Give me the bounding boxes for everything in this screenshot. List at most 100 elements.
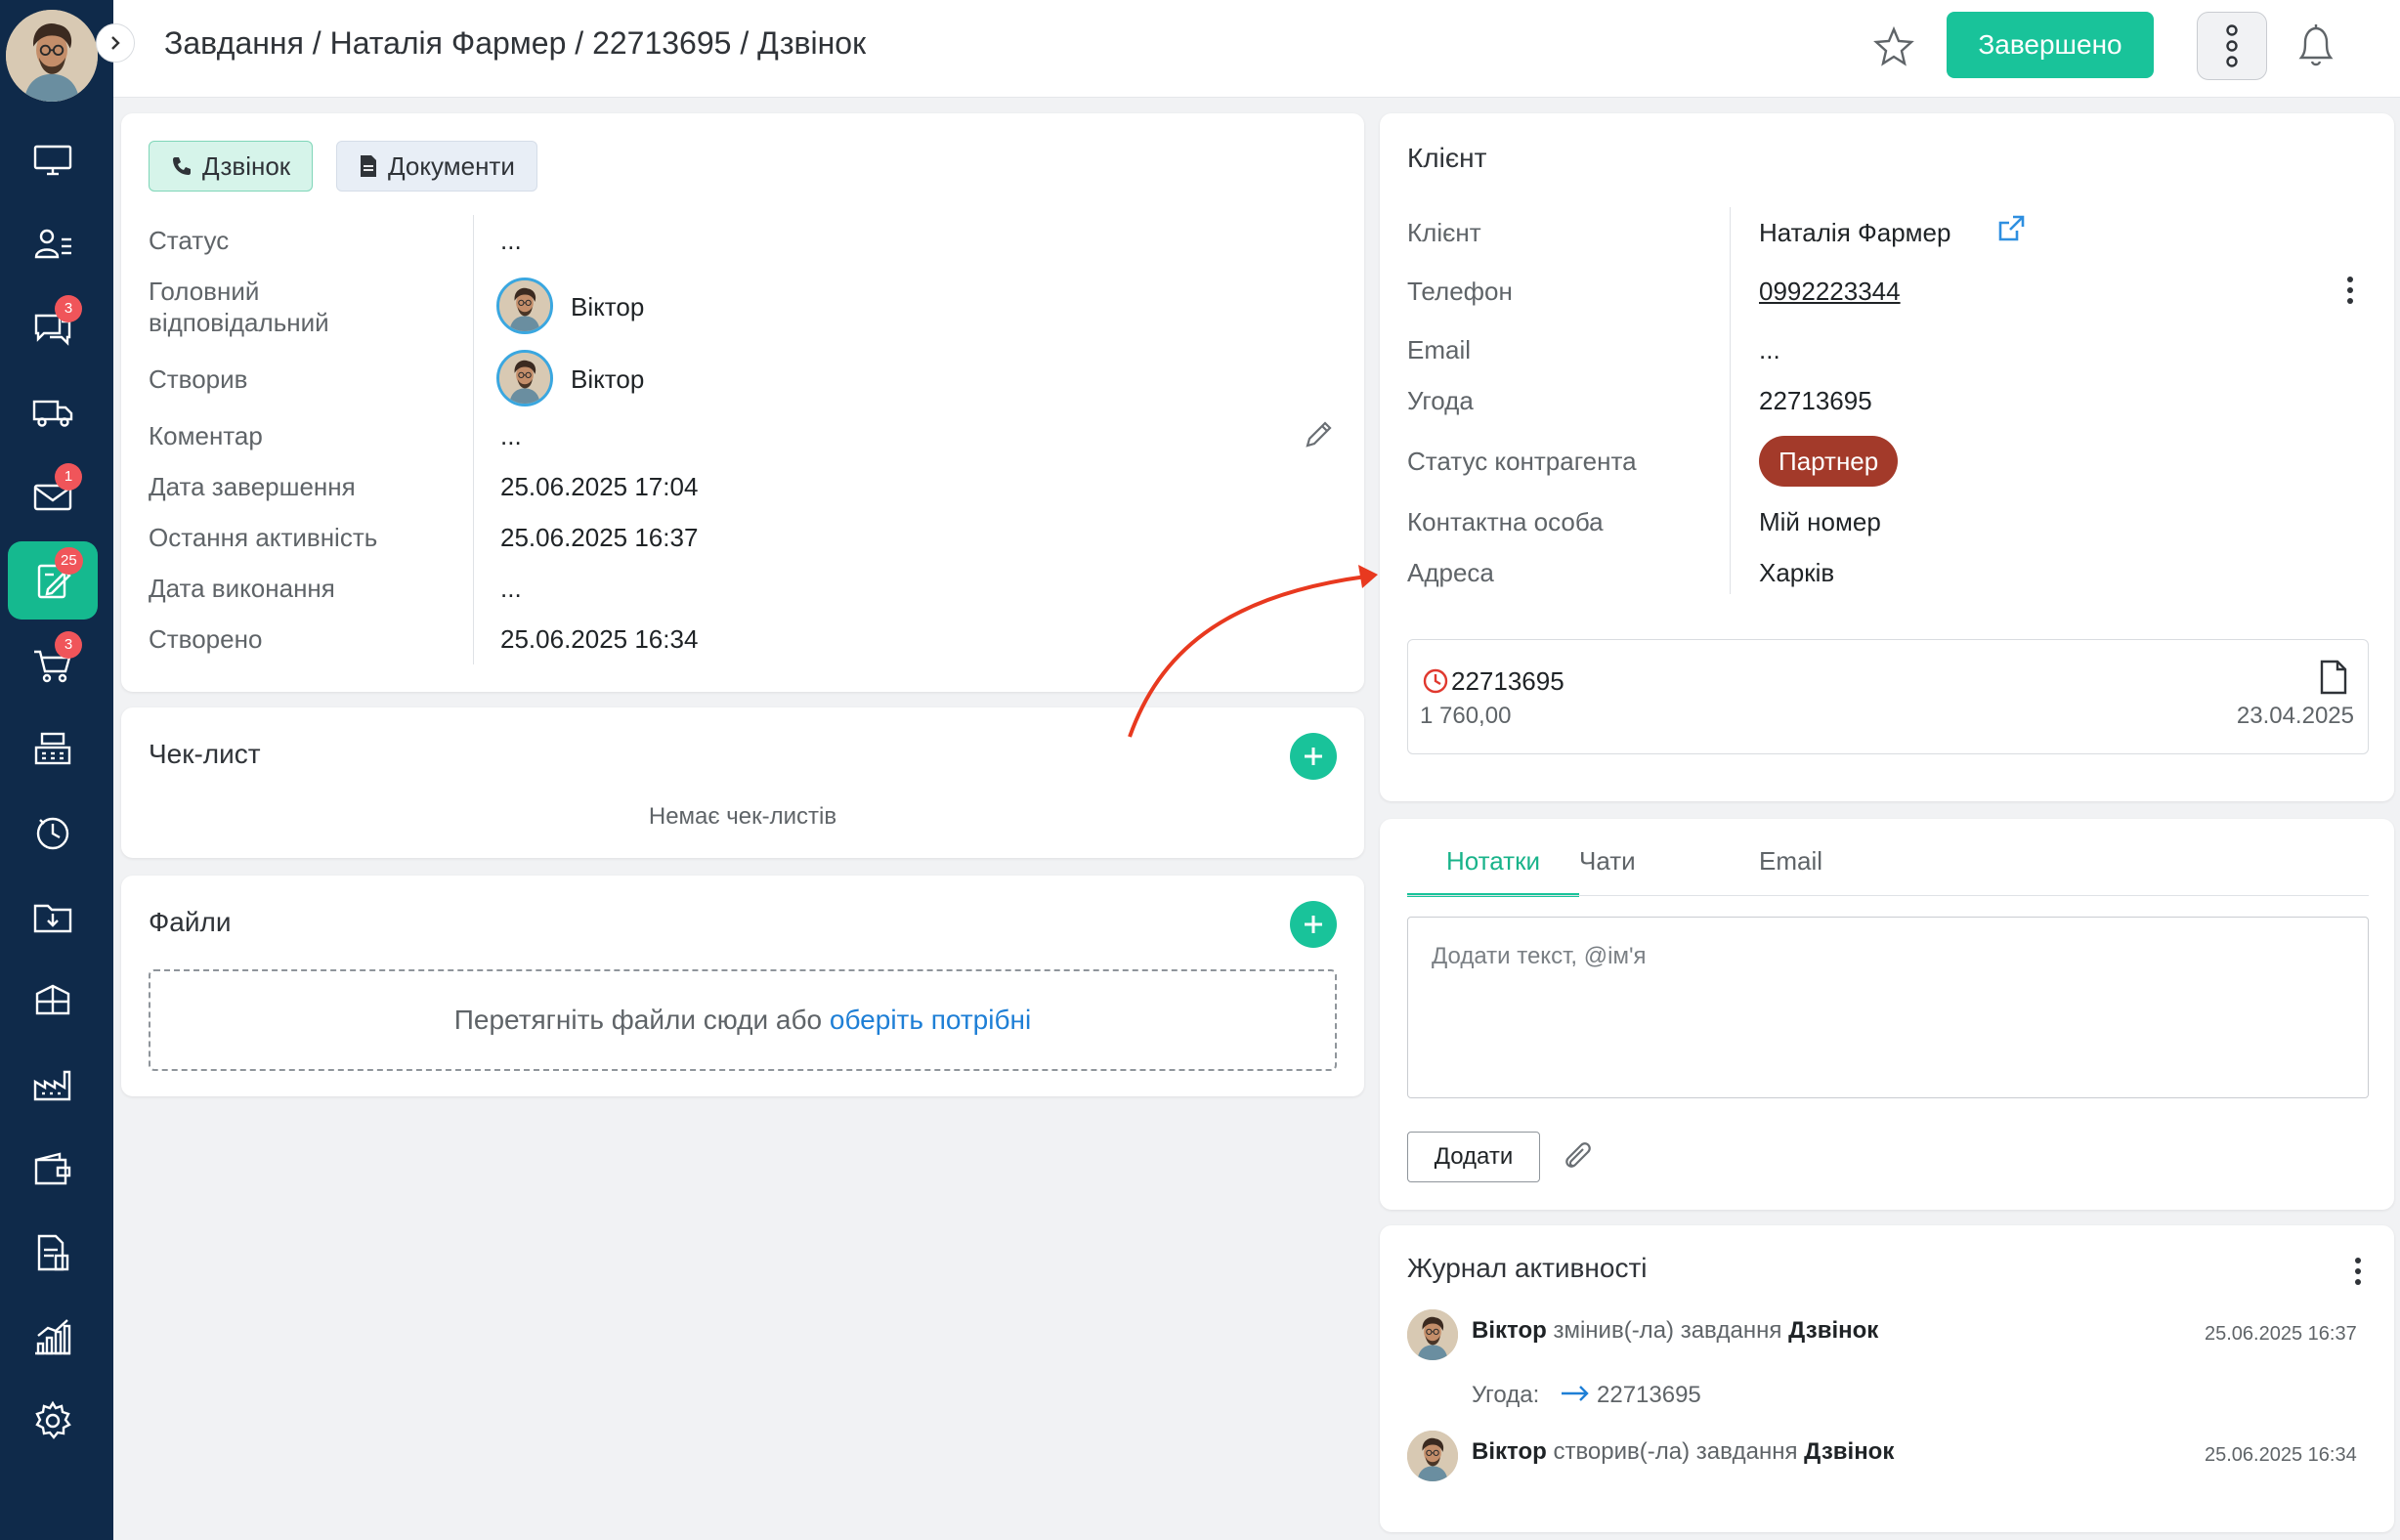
chat-badge: 3 (55, 295, 82, 322)
annotation-arrow (1128, 565, 1378, 738)
factory-icon (33, 1070, 71, 1101)
sidebar-item-tasks[interactable]: 25 (8, 541, 98, 620)
attach-button[interactable] (1560, 1139, 1595, 1179)
deal-card[interactable]: 22713695 1 760,00 23.04.2025 (1407, 639, 2369, 754)
checklist-title: Чек-лист (149, 739, 261, 769)
file-dropzone[interactable]: Перетягніть файли сюди або оберіть потрі… (149, 969, 1337, 1071)
phone-options-button[interactable] (2345, 276, 2355, 310)
deal-label: Угода (1407, 386, 1474, 415)
more-vertical-icon (2355, 1258, 2361, 1285)
plus-icon (1305, 748, 1322, 765)
arrow-right-icon (1562, 1386, 1589, 1401)
contact-person-label: Контактна особа (1407, 507, 1604, 536)
activity-user[interactable]: Віктор (1472, 1317, 1547, 1344)
address-value: Харків (1759, 558, 1835, 587)
activity-title: Журнал активності (1407, 1253, 1648, 1283)
activity-time: 25.06.2025 16:34 (2205, 1444, 2357, 1466)
activity-detail-label: Угода: (1472, 1382, 1540, 1408)
external-link-icon (1998, 215, 2025, 241)
mail-badge: 1 (55, 463, 82, 491)
sidebar-item-history[interactable] (8, 793, 98, 872)
client-label: Клієнт (1407, 218, 1481, 247)
sidebar-item-analytics[interactable] (8, 1298, 98, 1376)
activity-object[interactable]: Дзвінок (1788, 1317, 1878, 1344)
edit-comment-button[interactable] (1304, 418, 1335, 454)
activity-user[interactable]: Віктор (1472, 1438, 1547, 1465)
document-icon (361, 155, 376, 177)
add-file-button[interactable] (1290, 901, 1337, 948)
activity-avatar (1407, 1309, 1458, 1360)
created-by-value[interactable]: Віктор (571, 364, 644, 395)
sidebar-item-settings[interactable] (8, 1382, 98, 1460)
more-options-button[interactable] (2197, 12, 2267, 80)
sidebar-item-contacts[interactable] (8, 205, 98, 283)
favorite-button[interactable] (1868, 21, 1919, 72)
plus-icon (1305, 916, 1322, 933)
sidebar-item-delivery[interactable] (8, 373, 98, 451)
phone-icon (173, 157, 191, 175)
sidebar-item-chats[interactable]: 3 (8, 289, 98, 367)
note-input[interactable]: Додати текст, @ім'я (1407, 917, 2369, 1098)
execution-date-value[interactable]: ... (500, 573, 522, 604)
activity-detail-value[interactable]: 22713695 (1597, 1382, 1701, 1409)
sidebar-item-orders[interactable]: 3 (8, 625, 98, 704)
bell-icon (2298, 24, 2334, 66)
activity-action: створив(-ла) завдання (1553, 1438, 1798, 1465)
open-client-button[interactable] (1995, 213, 2027, 249)
paperclip-icon (1565, 1142, 1591, 1168)
activity-options-button[interactable] (2353, 1257, 2363, 1291)
activity-action: змінив(-ла) завдання (1553, 1317, 1782, 1344)
sidebar-item-production[interactable] (8, 1046, 98, 1124)
report-icon (37, 1234, 69, 1271)
tab-documents-label: Документи (388, 150, 515, 181)
add-note-button[interactable]: Додати (1407, 1132, 1540, 1182)
sidebar-toggle-button[interactable] (96, 23, 135, 63)
responsible-label-line-2: відповідальний (149, 308, 329, 337)
sidebar-item-imports[interactable] (8, 877, 98, 956)
cash-register-icon (34, 732, 71, 765)
choose-files-link[interactable]: оберіть потрібні (830, 1005, 1031, 1036)
notes-card: Нотатки Чати Email Додати текст, @ім'я Д… (1380, 819, 2394, 1210)
sidebar-item-cash[interactable] (8, 709, 98, 788)
activity-entry: Віктор створив(-ла) завдання Дзвінок (1472, 1438, 1894, 1466)
client-name-value[interactable]: Наталія Фармер (1759, 217, 1950, 248)
responsible-value[interactable]: Віктор (571, 291, 644, 322)
clock-icon (1423, 668, 1448, 694)
tasks-badge: 25 (55, 547, 83, 575)
activity-log-card: Журнал активності Віктор змінив(-ла) зав… (1380, 1225, 2394, 1532)
box-icon (35, 984, 70, 1015)
sidebar-item-finance[interactable] (8, 1130, 98, 1208)
status-value[interactable]: ... (500, 225, 522, 256)
tab-email[interactable]: Email (1759, 846, 1822, 877)
address-label: Адреса (1407, 558, 1494, 587)
activity-avatar (1407, 1431, 1458, 1481)
chart-icon (35, 1319, 71, 1355)
tab-documents[interactable]: Документи (336, 141, 537, 192)
phone-value[interactable]: 0992223344 (1759, 276, 1901, 307)
breadcrumb: Завдання / Наталія Фармер / 22713695 / Д… (164, 25, 867, 61)
completion-date-value[interactable]: 25.06.2025 17:04 (500, 471, 698, 502)
activity-object[interactable]: Дзвінок (1804, 1438, 1894, 1465)
sidebar: 3 1 25 3 (0, 0, 113, 1540)
sidebar-item-warehouse[interactable] (8, 962, 98, 1040)
deal-value[interactable]: 22713695 (1759, 385, 1872, 416)
deal-card-date: 23.04.2025 (2236, 703, 2354, 729)
counterparty-status-label: Статус контрагента (1407, 447, 1637, 476)
deal-card-amount: 1 760,00 (1420, 703, 1512, 729)
sidebar-item-dashboard[interactable] (8, 121, 98, 199)
sidebar-item-documents[interactable] (8, 1214, 98, 1292)
tab-notes[interactable]: Нотатки (1446, 846, 1540, 877)
responsible-avatar (496, 278, 553, 334)
divider (473, 215, 474, 664)
activity-time: 25.06.2025 16:37 (2205, 1323, 2357, 1345)
sidebar-item-mail[interactable]: 1 (8, 457, 98, 535)
contacts-icon (34, 229, 71, 259)
phone-label: Телефон (1407, 277, 1513, 306)
tab-call[interactable]: Дзвінок (149, 141, 314, 192)
tab-chats[interactable]: Чати (1579, 846, 1636, 877)
complete-button[interactable]: Завершено (1947, 12, 2154, 78)
notifications-button[interactable] (2287, 16, 2345, 74)
divider (1730, 207, 1731, 594)
user-avatar[interactable] (6, 10, 98, 102)
tab-call-label: Дзвінок (202, 150, 291, 181)
